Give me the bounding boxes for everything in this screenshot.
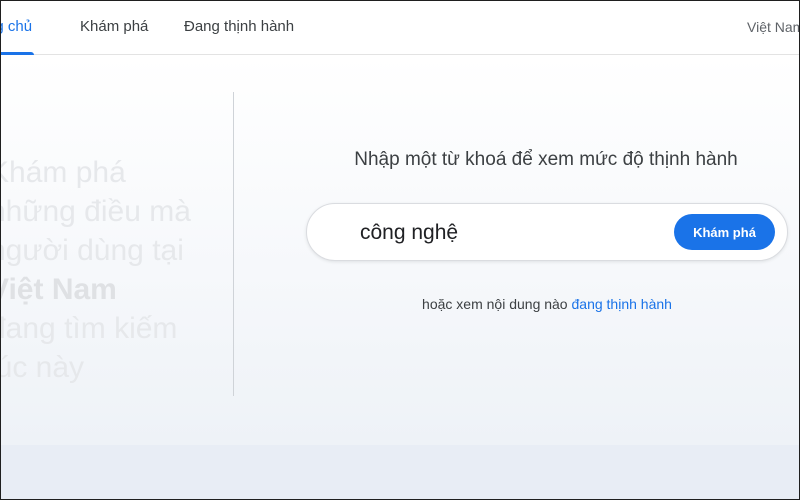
region-selector[interactable]: Việt Nam xyxy=(747,1,799,55)
tab-explore[interactable]: Khám phá xyxy=(80,1,148,55)
hero-line: Khám phá xyxy=(0,156,126,189)
app-window: ng chủ Khám phá Đang thịnh hành Việt Nam… xyxy=(0,0,800,500)
explore-button[interactable]: Khám phá xyxy=(674,214,775,250)
search-box: Khám phá xyxy=(306,203,788,261)
hero-headline: Khám phá những điều mà người dùng tại Vi… xyxy=(0,153,229,387)
footer-band xyxy=(1,445,799,499)
tab-home[interactable]: ng chủ xyxy=(1,1,35,55)
search-prompt: Nhập một từ khoá để xem mức độ thịnh hàn… xyxy=(354,149,738,170)
hero-line: những điều mà xyxy=(0,195,191,228)
vertical-divider xyxy=(233,92,234,396)
hero-line: lúc này xyxy=(1,351,85,384)
hero-section: Khám phá những điều mà người dùng tại Vi… xyxy=(0,56,799,445)
alt-suggestion: hoặc xem nội dung nào đang thịnh hành xyxy=(306,296,788,312)
tab-trending[interactable]: Đang thịnh hành xyxy=(184,1,294,55)
search-input[interactable] xyxy=(360,218,660,248)
trending-link[interactable]: đang thịnh hành xyxy=(572,296,672,312)
alt-suggestion-text: hoặc xem nội dung nào xyxy=(422,296,568,312)
top-navigation: ng chủ Khám phá Đang thịnh hành Việt Nam xyxy=(1,1,799,55)
hero-line-highlight: Việt Nam xyxy=(0,273,117,306)
hero-line: người dùng tại xyxy=(0,234,184,267)
hero-line: đang tìm kiếm xyxy=(0,312,178,345)
